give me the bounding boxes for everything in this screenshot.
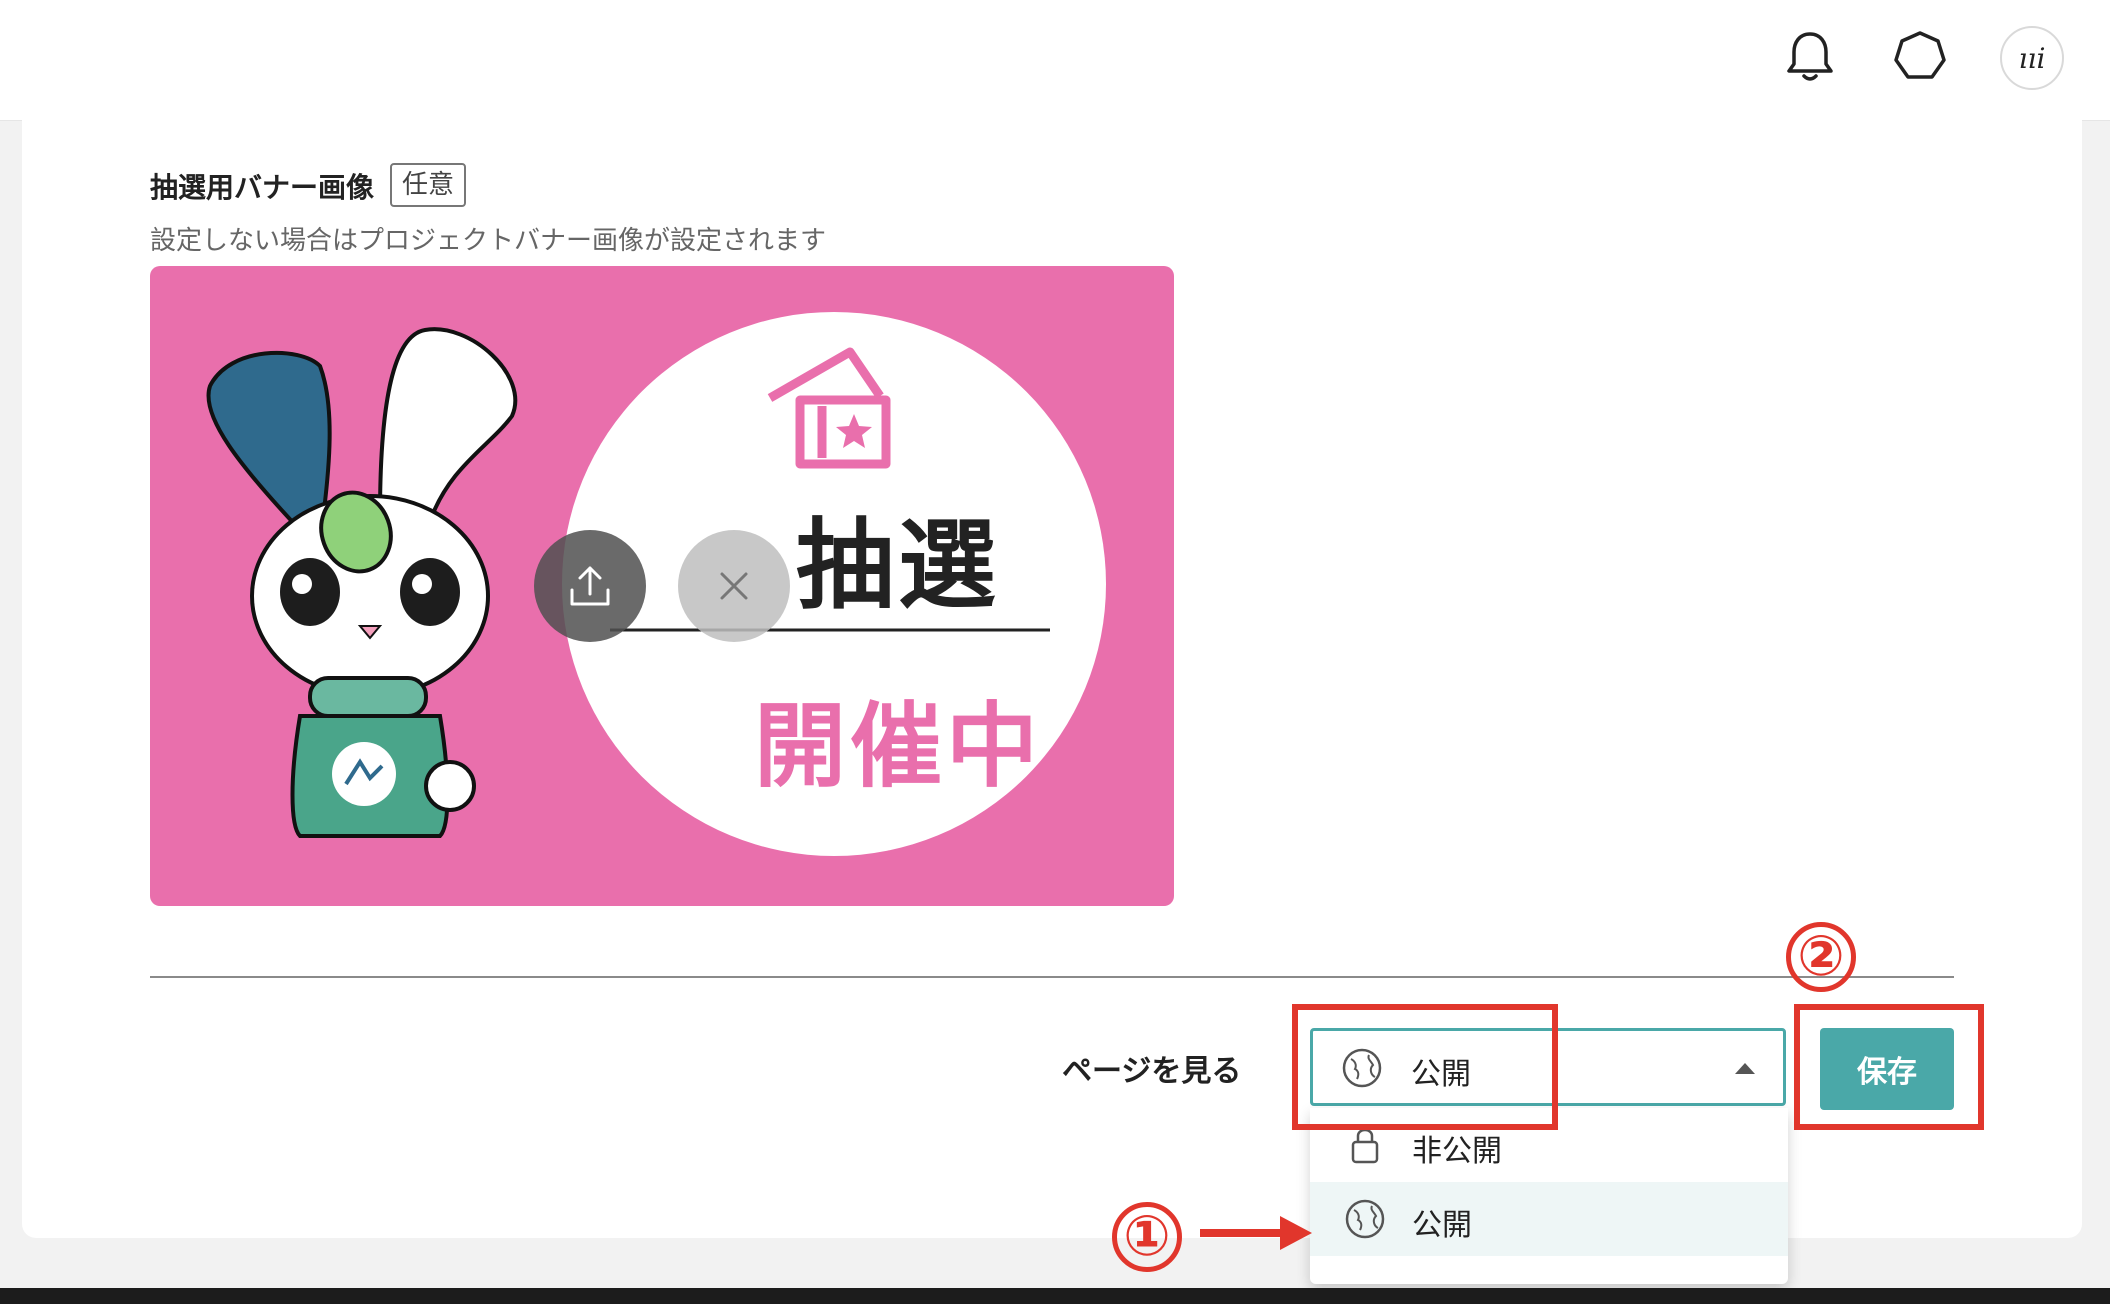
dropdown-option-label: 非公開 [1412, 1134, 1502, 1169]
banner-help-text: 設定しない場合はプロジェクトバナー画像が設定されます [150, 226, 827, 256]
upload-image-button[interactable] [534, 530, 646, 642]
remove-image-button[interactable] [678, 530, 790, 642]
banner-section-title: 抽選用バナー画像 [150, 171, 375, 204]
optional-badge: 任意 [390, 163, 467, 207]
top-header: ııi [0, 0, 2110, 121]
bell-icon[interactable] [1778, 24, 1842, 88]
view-page-link[interactable]: ページを見る [1062, 1046, 1241, 1090]
dropdown-option-label: 公開 [1412, 1208, 1472, 1243]
user-avatar[interactable]: ııi [2000, 26, 2064, 90]
banner-ongoing-text: 開催中 [753, 693, 1042, 800]
upload-icon [570, 566, 610, 606]
annotation-number-1: ① [1112, 1202, 1182, 1272]
dropdown-option-public[interactable]: 公開 [1310, 1182, 1788, 1256]
annotation-number-2: ② [1786, 922, 1856, 992]
bottom-bar [0, 1288, 2110, 1304]
annotation-arrow [1200, 1216, 1312, 1250]
visibility-dropdown: 非公開 公開 [1310, 1108, 1788, 1284]
close-icon [720, 572, 748, 600]
section-divider [150, 976, 1954, 978]
lock-icon [1351, 1128, 1379, 1164]
annotation-box-save [1794, 1004, 1984, 1130]
globe-icon [1345, 1199, 1385, 1239]
lottery-banner-image: 抽選 開催中 [150, 266, 1174, 906]
heptagon-icon[interactable] [1888, 24, 1952, 88]
annotation-box-select [1292, 1004, 1558, 1130]
caret-up-icon [1735, 1063, 1755, 1074]
